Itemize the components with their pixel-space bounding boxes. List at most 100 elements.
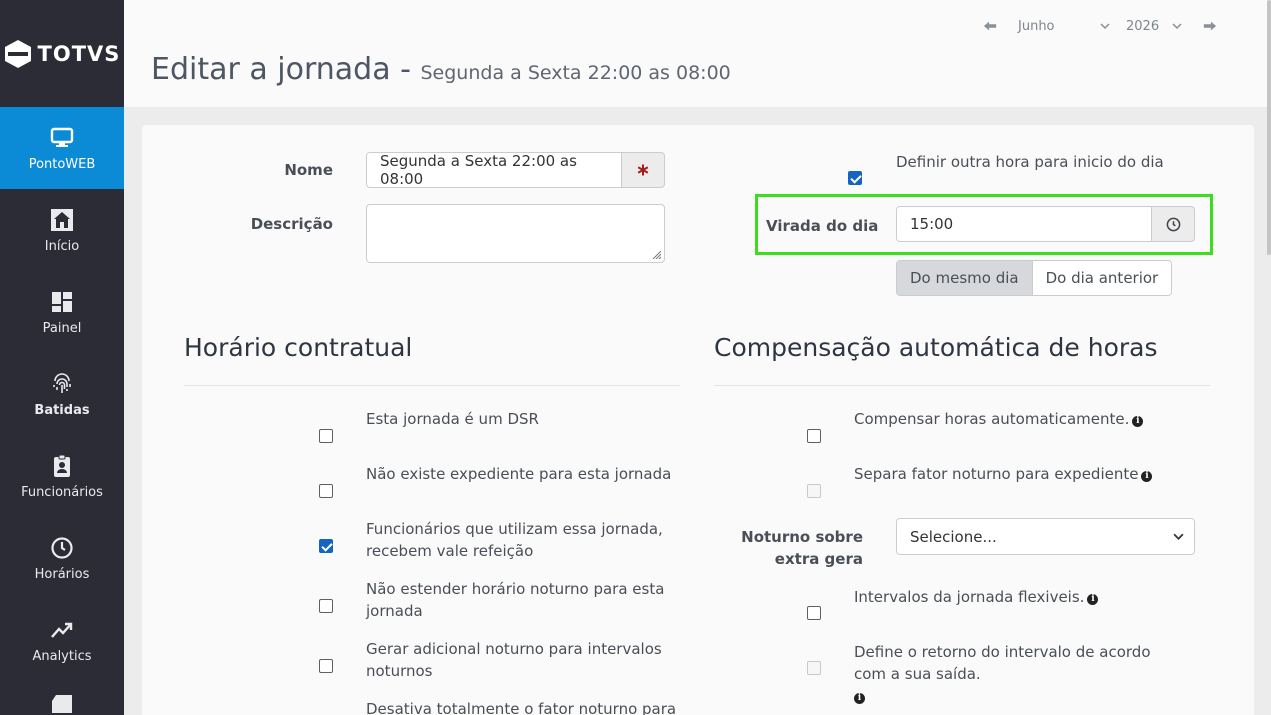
required-addon [621,152,665,188]
badge-icon [49,453,75,479]
month-select[interactable]: Junho [1018,19,1110,34]
virada-time-input[interactable]: 15:00 [896,206,1152,242]
compensar-horas-label: Compensar horas automaticamente. i [854,408,1144,430]
info-icon[interactable]: i [1087,594,1099,605]
arrow-right-icon [1203,21,1217,31]
totvs-logo[interactable]: TOTVS [0,0,124,107]
next-month-button[interactable] [1202,18,1218,34]
intervalos-flexiveis-text: Intervalos da jornada flexiveis. [854,588,1085,606]
vale-refeicao-line1: Funcionários que utilizam essa jornada, [366,520,663,538]
noturno-extra-line1: Noturno sobre [741,528,863,546]
do-dia-anterior-button[interactable]: Do dia anterior [1031,261,1172,295]
dashboard-icon [49,289,75,315]
dsr-label-text: Esta jornada é um DSR [366,410,539,428]
resize-handle-icon[interactable] [651,249,661,259]
compensacao-divider [714,385,1210,386]
clock-icon [1166,217,1180,231]
compensacao-title: Compensação automática de horas [714,333,1158,362]
adicional-noturno-checkbox[interactable] [319,659,333,673]
separa-fator-text: Separa fator noturno para expediente [854,465,1139,483]
compensar-horas-text: Compensar horas automaticamente. [854,410,1130,428]
separa-fator-label: Separa fator noturno para expediente i [854,463,1153,485]
horario-contratual-divider [184,385,680,386]
sidebar-item-more[interactable] [0,681,124,715]
brand-name: TOTVS [37,41,121,66]
sidebar-item-label: Painel [42,320,82,336]
sidebar-item-horarios[interactable]: Horários [0,517,124,599]
noturno-extra-label: Noturno sobre extra gera [722,526,863,570]
retorno-intervalo-checkbox[interactable] [807,661,821,675]
info-icon[interactable]: i [1132,416,1144,427]
nao-estender-checkbox[interactable] [319,599,333,613]
trend-icon [49,617,75,643]
nome-label: Nome [284,161,333,179]
totvs-logo-icon [4,39,31,68]
info-icon[interactable]: i [854,693,865,704]
definir-inicio-label: Definir outra hora para inicio do dia [896,153,1164,171]
definir-inicio-checkbox[interactable] [848,171,862,185]
sidebar-item-label: Horários [34,566,90,582]
previous-month-button[interactable] [982,18,998,34]
nome-input[interactable]: Segunda a Sexta 22:00 as 08:00 [366,152,622,188]
vale-refeicao-line2: recebem vale refeição [366,542,534,560]
sidebar-item-funcionarios[interactable]: Funcionários [0,435,124,517]
noturno-extra-line2: extra gera [774,550,863,568]
chevron-down-icon [1172,23,1182,30]
intervalos-flexiveis-label: Intervalos da jornada flexiveis. i [854,586,1099,608]
adicional-noturno-line2: noturnos [366,662,433,680]
year-value: 2026 [1126,18,1160,34]
sidebar-item-label: Início [44,238,80,254]
page-scrollbar[interactable] [1267,0,1271,255]
sem-expediente-label: Não existe expediente para esta jornada [366,463,671,485]
asterisk-icon [637,164,649,176]
dsr-label: Esta jornada é um DSR [366,408,539,430]
sidebar-item-label: Analytics [32,648,92,664]
fingerprint-icon [49,371,75,397]
nao-estender-label: Não estender horário noturno para esta j… [366,578,664,622]
descricao-label: Descrição [250,215,333,233]
page-subtitle: Segunda a Sexta 22:00 as 08:00 [420,62,731,84]
chevron-down-icon [1173,533,1184,540]
retorno-intervalo-line2: com a sua saída. [854,665,981,683]
time-picker-button[interactable] [1151,206,1195,242]
descricao-textarea[interactable] [366,204,665,263]
sidebar-item-label: Batidas [34,402,90,418]
desativa-fator-line1: Desativa totalmente o fator noturno para [366,700,677,715]
virada-label: Virada do dia [766,217,879,235]
adicional-noturno-label: Gerar adicional noturno para intervalos … [366,638,662,682]
separa-fator-checkbox[interactable] [807,484,821,498]
do-mesmo-dia-button[interactable]: Do mesmo dia [897,261,1032,295]
info-icon[interactable]: i [1141,471,1153,482]
report-icon [49,691,75,715]
sidebar-item-label: Funcionários [21,484,103,500]
chevron-down-icon [1100,23,1110,30]
vale-refeicao-label: Funcionários que utilizam essa jornada, … [366,518,663,562]
noturno-extra-value: Selecione... [910,527,997,546]
sidebar-item-painel[interactable]: Painel [0,271,124,353]
desativa-fator-label: Desativa totalmente o fator noturno para [366,698,676,715]
page-title-main: Editar a jornada - [151,52,411,87]
journey-form-card: Nome Segunda a Sexta 22:00 as 08:00 Desc… [142,125,1254,715]
adicional-noturno-line1: Gerar adicional noturno para intervalos [366,640,662,658]
sidebar-item-batidas[interactable]: Batidas [0,353,124,435]
month-value: Junho [1018,18,1055,34]
sem-expediente-checkbox[interactable] [319,484,333,498]
page-title: Editar a jornada - Segunda a Sexta 22:00… [151,52,731,87]
intervalos-flexiveis-checkbox[interactable] [807,606,821,620]
compensar-horas-checkbox[interactable] [807,429,821,443]
horario-contratual-title: Horário contratual [184,333,413,362]
noturno-extra-select[interactable]: Selecione... [896,518,1195,555]
sidebar-item-analytics[interactable]: Analytics [0,599,124,681]
retorno-intervalo-label: Define o retorno do intervalo de acordo … [854,641,1151,707]
sidebar-item-label: PontoWEB [28,156,96,172]
sem-expediente-label-text: Não existe expediente para esta jornada [366,465,672,483]
dsr-checkbox[interactable] [319,429,333,443]
sidebar-item-inicio[interactable]: Início [0,189,124,271]
sidebar-item-pontoweb[interactable]: PontoWEB [0,107,124,189]
year-select[interactable]: 2026 [1126,19,1182,34]
nao-estender-line2: jornada [366,602,423,620]
monitor-icon [49,125,75,151]
retorno-intervalo-line1: Define o retorno do intervalo de acordo [854,643,1151,661]
vale-refeicao-checkbox[interactable] [319,539,333,553]
arrow-left-icon [983,21,997,31]
